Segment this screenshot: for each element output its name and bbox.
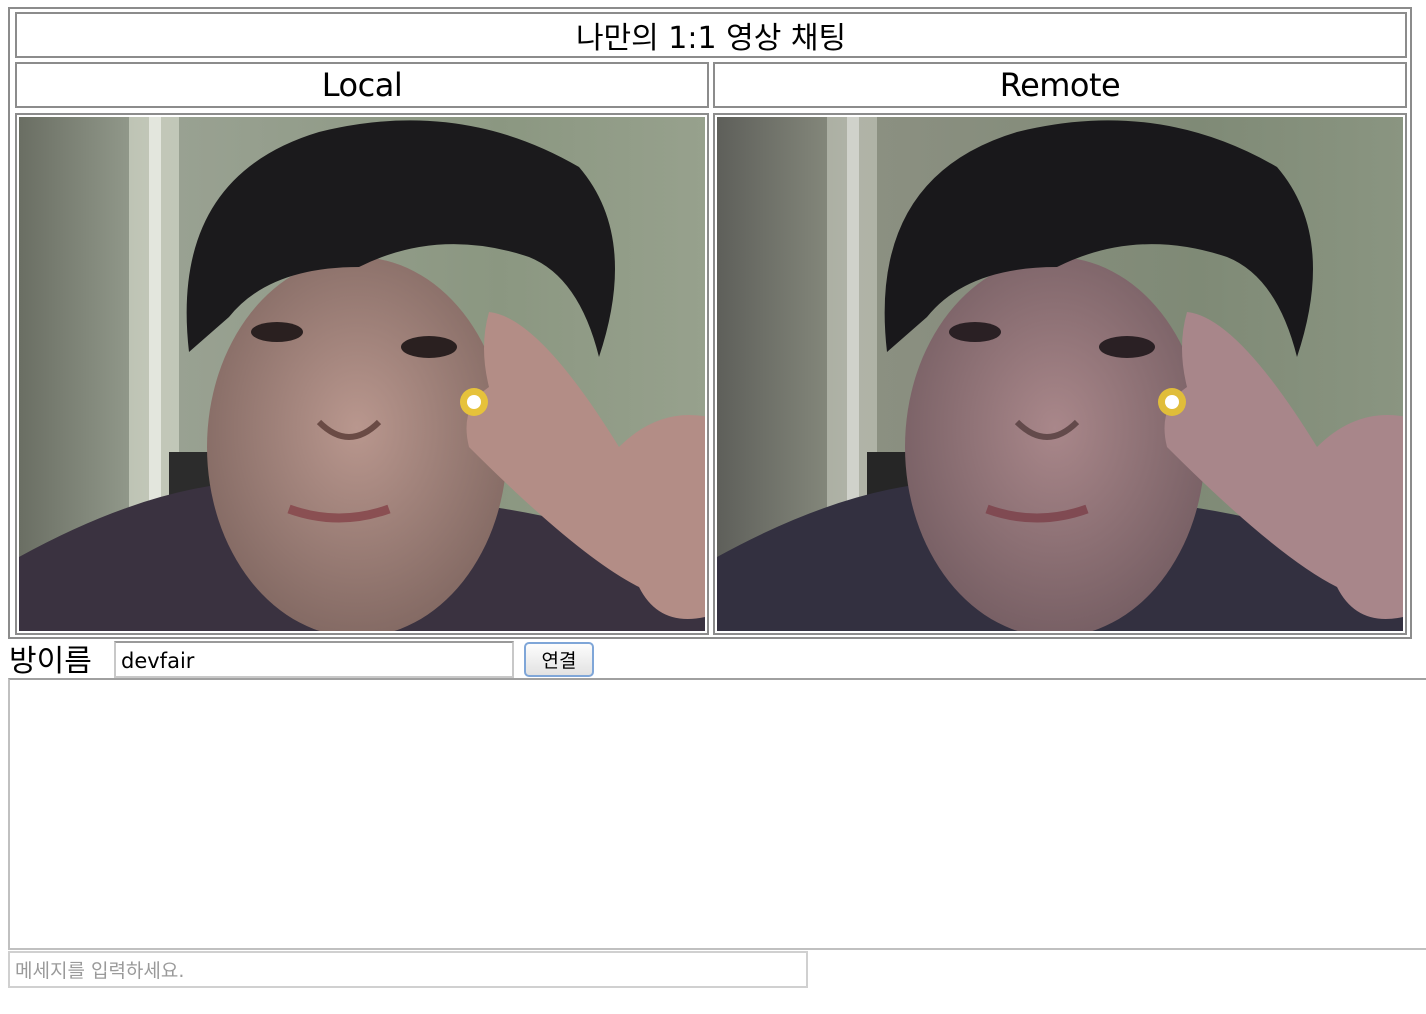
room-name-label: 방이름 [9, 644, 92, 679]
page-title: 나만의 1:1 영상 채팅 [15, 12, 1407, 58]
chat-log[interactable] [8, 678, 1426, 950]
local-video[interactable] [15, 113, 709, 635]
room-name-input[interactable]: devfair [114, 641, 514, 678]
remote-video-frame [717, 117, 1403, 631]
message-input[interactable]: 메세지를 입력하세요. [8, 951, 808, 988]
remote-header: Remote [713, 62, 1407, 108]
local-video-frame [19, 117, 705, 631]
connect-button[interactable]: 연결 [524, 642, 594, 677]
local-header: Local [15, 62, 709, 108]
remote-video[interactable] [713, 113, 1407, 635]
video-chat-table: 나만의 1:1 영상 채팅 Local Remote [8, 7, 1412, 639]
